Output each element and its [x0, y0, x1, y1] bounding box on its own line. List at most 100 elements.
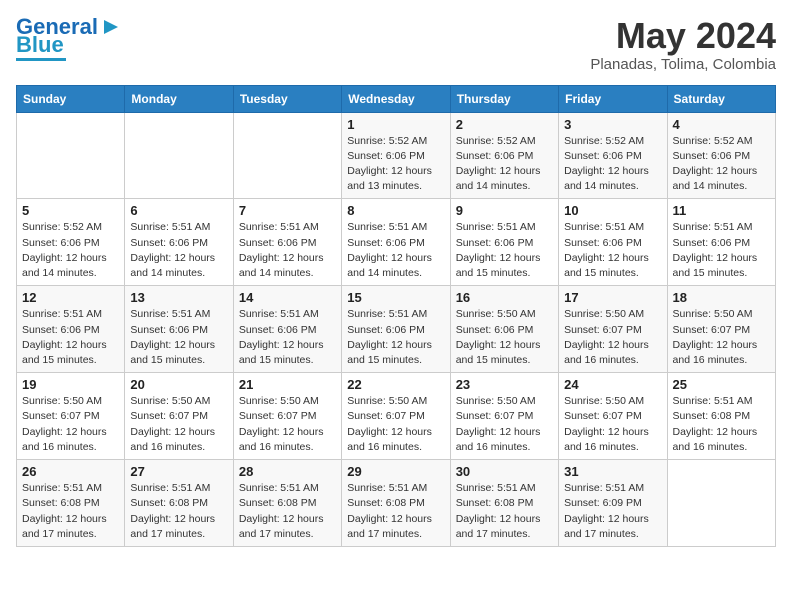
day-number: 30: [456, 464, 553, 479]
calendar-body: 1 Sunrise: 5:52 AM Sunset: 6:06 PM Daylig…: [17, 112, 776, 546]
day-number: 4: [673, 117, 770, 132]
day-info: Sunrise: 5:52 AM Sunset: 6:06 PM Dayligh…: [22, 220, 119, 281]
day-info: Sunrise: 5:51 AM Sunset: 6:06 PM Dayligh…: [130, 220, 227, 281]
day-info: Sunrise: 5:51 AM Sunset: 6:06 PM Dayligh…: [673, 220, 770, 281]
day-cell: 8 Sunrise: 5:51 AM Sunset: 6:06 PM Daylig…: [342, 199, 450, 286]
week-row-4: 19 Sunrise: 5:50 AM Sunset: 6:07 PM Dayli…: [17, 373, 776, 460]
day-cell: [17, 112, 125, 199]
day-cell: 27Sunrise: 5:51 AM Sunset: 6:08 PM Dayli…: [125, 460, 233, 547]
day-cell: 10Sunrise: 5:51 AM Sunset: 6:06 PM Dayli…: [559, 199, 667, 286]
day-info: Sunrise: 5:52 AM Sunset: 6:06 PM Dayligh…: [564, 134, 661, 195]
logo-arrow-icon: [100, 16, 122, 38]
day-number: 31: [564, 464, 661, 479]
day-info: Sunrise: 5:51 AM Sunset: 6:08 PM Dayligh…: [673, 394, 770, 455]
day-number: 3: [564, 117, 661, 132]
day-number: 25: [673, 377, 770, 392]
day-cell: 23 Sunrise: 5:50 AM Sunset: 6:07 PM Dayli…: [450, 373, 558, 460]
week-row-5: 26 Sunrise: 5:51 AM Sunset: 6:08 PM Dayli…: [17, 460, 776, 547]
calendar-header: SundayMondayTuesdayWednesdayThursdayFrid…: [17, 85, 776, 112]
day-info: Sunrise: 5:50 AM Sunset: 6:07 PM Dayligh…: [564, 394, 661, 455]
day-info: Sunrise: 5:51 AM Sunset: 6:06 PM Dayligh…: [564, 220, 661, 281]
day-info: Sunrise: 5:51 AM Sunset: 6:08 PM Dayligh…: [347, 481, 444, 542]
day-cell: 29 Sunrise: 5:51 AM Sunset: 6:08 PM Dayli…: [342, 460, 450, 547]
day-number: 8: [347, 203, 444, 218]
day-number: 19: [22, 377, 119, 392]
day-cell: 7Sunrise: 5:51 AM Sunset: 6:06 PM Daylig…: [233, 199, 341, 286]
day-cell: 11Sunrise: 5:51 AM Sunset: 6:06 PM Dayli…: [667, 199, 775, 286]
day-cell: 6 Sunrise: 5:51 AM Sunset: 6:06 PM Daylig…: [125, 199, 233, 286]
day-cell: [667, 460, 775, 547]
day-info: Sunrise: 5:51 AM Sunset: 6:08 PM Dayligh…: [456, 481, 553, 542]
header-monday: Monday: [125, 85, 233, 112]
day-number: 14: [239, 290, 336, 305]
day-number: 22: [347, 377, 444, 392]
header-saturday: Saturday: [667, 85, 775, 112]
day-cell: [125, 112, 233, 199]
logo: General Blue: [16, 16, 122, 61]
day-number: 12: [22, 290, 119, 305]
day-info: Sunrise: 5:51 AM Sunset: 6:08 PM Dayligh…: [130, 481, 227, 542]
header-tuesday: Tuesday: [233, 85, 341, 112]
day-info: Sunrise: 5:50 AM Sunset: 6:06 PM Dayligh…: [456, 307, 553, 368]
day-cell: 26Sunrise: 5:51 AM Sunset: 6:08 PM Dayli…: [17, 460, 125, 547]
day-cell: 2 Sunrise: 5:52 AM Sunset: 6:06 PM Daylig…: [450, 112, 558, 199]
day-cell: 20 Sunrise: 5:50 AM Sunset: 6:07 PM Dayli…: [125, 373, 233, 460]
logo-underline: [16, 58, 66, 61]
day-cell: 14 Sunrise: 5:51 AM Sunset: 6:06 PM Dayli…: [233, 286, 341, 373]
day-cell: 3 Sunrise: 5:52 AM Sunset: 6:06 PM Daylig…: [559, 112, 667, 199]
day-info: Sunrise: 5:51 AM Sunset: 6:06 PM Dayligh…: [239, 220, 336, 281]
week-row-2: 5 Sunrise: 5:52 AM Sunset: 6:06 PM Daylig…: [17, 199, 776, 286]
day-number: 26: [22, 464, 119, 479]
day-info: Sunrise: 5:51 AM Sunset: 6:06 PM Dayligh…: [347, 307, 444, 368]
calendar-table: SundayMondayTuesdayWednesdayThursdayFrid…: [16, 85, 776, 547]
day-number: 23: [456, 377, 553, 392]
day-info: Sunrise: 5:50 AM Sunset: 6:07 PM Dayligh…: [564, 307, 661, 368]
day-number: 6: [130, 203, 227, 218]
location: Planadas, Tolima, Colombia: [590, 56, 776, 73]
day-number: 1: [347, 117, 444, 132]
day-number: 20: [130, 377, 227, 392]
day-info: Sunrise: 5:51 AM Sunset: 6:06 PM Dayligh…: [239, 307, 336, 368]
day-cell: 18 Sunrise: 5:50 AM Sunset: 6:07 PM Dayli…: [667, 286, 775, 373]
day-number: 17: [564, 290, 661, 305]
day-cell: 15 Sunrise: 5:51 AM Sunset: 6:06 PM Dayli…: [342, 286, 450, 373]
day-number: 5: [22, 203, 119, 218]
week-row-3: 12 Sunrise: 5:51 AM Sunset: 6:06 PM Dayli…: [17, 286, 776, 373]
day-info: Sunrise: 5:50 AM Sunset: 6:07 PM Dayligh…: [130, 394, 227, 455]
day-cell: 22Sunrise: 5:50 AM Sunset: 6:07 PM Dayli…: [342, 373, 450, 460]
day-number: 29: [347, 464, 444, 479]
day-cell: 24Sunrise: 5:50 AM Sunset: 6:07 PM Dayli…: [559, 373, 667, 460]
title-block: May 2024 Planadas, Tolima, Colombia: [590, 16, 776, 73]
day-cell: 4 Sunrise: 5:52 AM Sunset: 6:06 PM Daylig…: [667, 112, 775, 199]
day-cell: 17 Sunrise: 5:50 AM Sunset: 6:07 PM Dayli…: [559, 286, 667, 373]
day-number: 15: [347, 290, 444, 305]
day-info: Sunrise: 5:50 AM Sunset: 6:07 PM Dayligh…: [22, 394, 119, 455]
header-sunday: Sunday: [17, 85, 125, 112]
day-number: 13: [130, 290, 227, 305]
day-info: Sunrise: 5:52 AM Sunset: 6:06 PM Dayligh…: [456, 134, 553, 195]
logo-blue: Blue: [16, 34, 64, 56]
day-info: Sunrise: 5:52 AM Sunset: 6:06 PM Dayligh…: [673, 134, 770, 195]
day-info: Sunrise: 5:51 AM Sunset: 6:06 PM Dayligh…: [347, 220, 444, 281]
day-number: 18: [673, 290, 770, 305]
day-cell: 21Sunrise: 5:50 AM Sunset: 6:07 PM Dayli…: [233, 373, 341, 460]
day-number: 2: [456, 117, 553, 132]
header-row: SundayMondayTuesdayWednesdayThursdayFrid…: [17, 85, 776, 112]
header-thursday: Thursday: [450, 85, 558, 112]
day-cell: 16Sunrise: 5:50 AM Sunset: 6:06 PM Dayli…: [450, 286, 558, 373]
day-cell: 31Sunrise: 5:51 AM Sunset: 6:09 PM Dayli…: [559, 460, 667, 547]
day-info: Sunrise: 5:52 AM Sunset: 6:06 PM Dayligh…: [347, 134, 444, 195]
day-info: Sunrise: 5:50 AM Sunset: 6:07 PM Dayligh…: [456, 394, 553, 455]
day-cell: 28Sunrise: 5:51 AM Sunset: 6:08 PM Dayli…: [233, 460, 341, 547]
day-cell: [233, 112, 341, 199]
day-cell: 9 Sunrise: 5:51 AM Sunset: 6:06 PM Daylig…: [450, 199, 558, 286]
day-number: 9: [456, 203, 553, 218]
month-title: May 2024: [590, 16, 776, 56]
day-info: Sunrise: 5:51 AM Sunset: 6:06 PM Dayligh…: [22, 307, 119, 368]
day-info: Sunrise: 5:50 AM Sunset: 6:07 PM Dayligh…: [673, 307, 770, 368]
day-number: 21: [239, 377, 336, 392]
day-cell: 12 Sunrise: 5:51 AM Sunset: 6:06 PM Dayli…: [17, 286, 125, 373]
day-info: Sunrise: 5:51 AM Sunset: 6:06 PM Dayligh…: [456, 220, 553, 281]
page-header: General Blue May 2024 Planadas, Tolima, …: [16, 16, 776, 73]
day-number: 28: [239, 464, 336, 479]
